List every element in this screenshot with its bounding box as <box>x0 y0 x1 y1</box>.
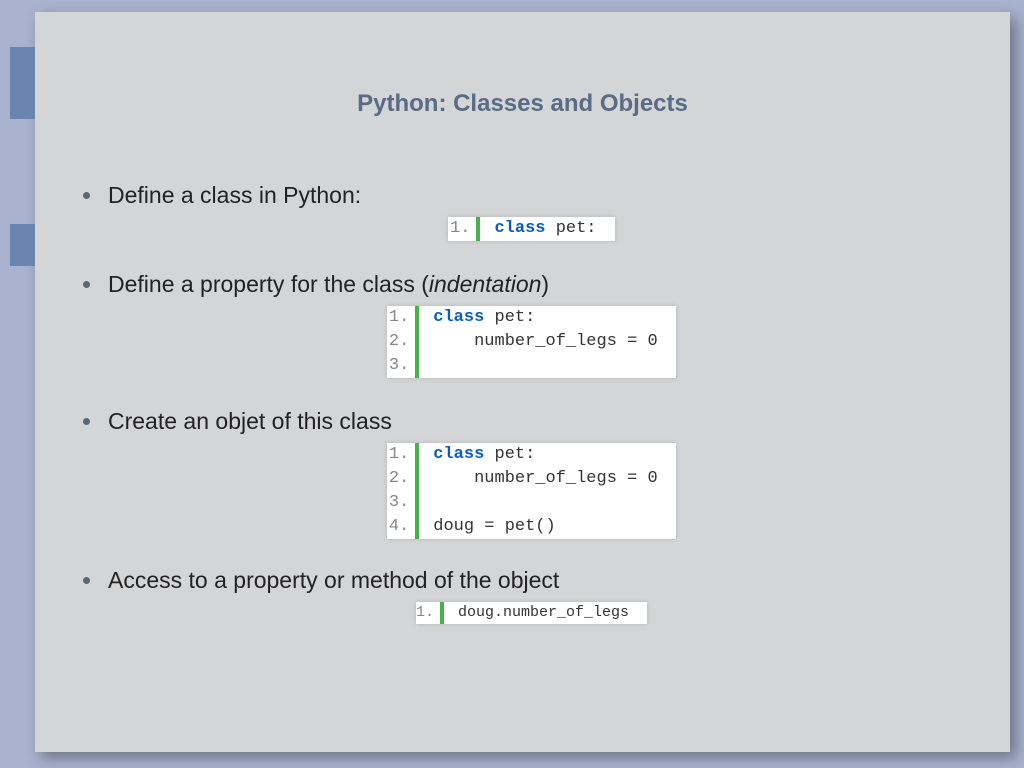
code-line <box>419 491 461 515</box>
text-part: ) <box>541 271 549 297</box>
text-part: Define a property for the class ( <box>108 271 429 297</box>
code-line: class pet: <box>480 217 614 241</box>
code-block-4: 1. doug.number_of_legs <box>416 602 647 624</box>
bullet-dot-icon <box>83 577 90 584</box>
line-number: 1. <box>448 217 476 241</box>
bullet-text: Define a property for the class (indenta… <box>108 271 549 298</box>
line-number: 3. <box>387 354 415 378</box>
bullet-text: Access to a property or method of the ob… <box>108 567 559 594</box>
code-line: doug = pet() <box>419 515 573 539</box>
identifier: pet: <box>484 308 535 327</box>
code-block-1: 1. class pet: <box>448 217 614 241</box>
slide-content: Define a class in Python: 1. class pet: … <box>83 172 980 632</box>
bullet-text: Define a class in Python: <box>108 182 361 209</box>
bullet-dot-icon <box>83 192 90 199</box>
keyword: class <box>433 445 484 464</box>
code-line: class pet: <box>419 443 553 467</box>
bullet-item: Access to a property or method of the ob… <box>83 567 980 594</box>
bullet-item: Define a class in Python: <box>83 182 980 209</box>
accent-bar-top <box>10 47 35 119</box>
line-number: 1. <box>416 602 440 624</box>
slide-title: Python: Classes and Objects <box>35 90 1010 118</box>
code-line <box>419 354 461 378</box>
code-block-3: 1. class pet: 2. number_of_legs = 0 3. 4… <box>387 443 675 539</box>
identifier: pet: <box>484 445 535 464</box>
code-block-2: 1. class pet: 2. number_of_legs = 0 3. <box>387 306 675 378</box>
slide: Python: Classes and Objects Define a cla… <box>35 12 1010 752</box>
code-line: doug.number_of_legs <box>444 602 647 624</box>
identifier: pet: <box>546 219 597 238</box>
line-number: 2. <box>387 467 415 491</box>
line-number: 3. <box>387 491 415 515</box>
bullet-text: Create an objet of this class <box>108 408 392 435</box>
bullet-dot-icon <box>83 418 90 425</box>
keyword: class <box>494 219 545 238</box>
bullet-dot-icon <box>83 281 90 288</box>
line-number: 1. <box>387 443 415 467</box>
line-number: 1. <box>387 306 415 330</box>
bullet-item: Create an objet of this class <box>83 408 980 435</box>
code-line: class pet: <box>419 306 553 330</box>
text-italic: indentation <box>429 271 542 297</box>
code-line: number_of_legs = 0 <box>419 330 675 354</box>
line-number: 4. <box>387 515 415 539</box>
accent-bar-bottom <box>10 224 35 266</box>
line-number: 2. <box>387 330 415 354</box>
keyword: class <box>433 308 484 327</box>
code-line: number_of_legs = 0 <box>419 467 675 491</box>
bullet-item: Define a property for the class (indenta… <box>83 271 980 298</box>
